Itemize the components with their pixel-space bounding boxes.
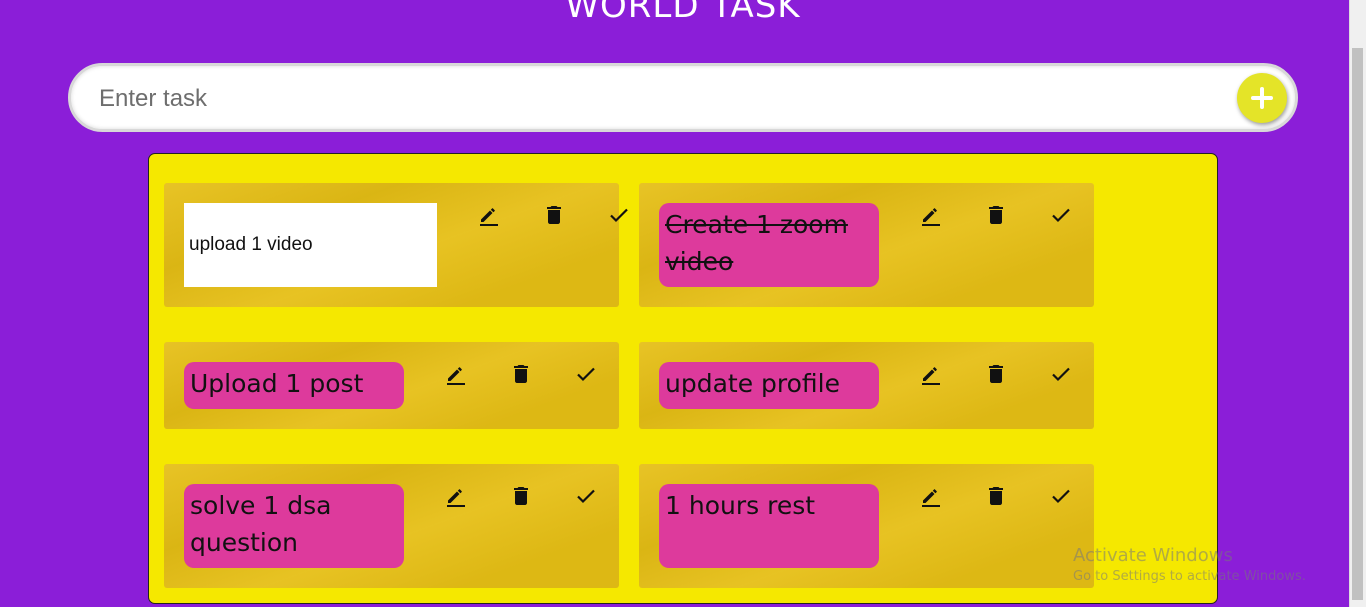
task-card <box>164 183 628 307</box>
trash-icon[interactable] <box>542 203 566 227</box>
task-text: 1 hours rest <box>659 484 879 568</box>
pencil-icon[interactable] <box>444 484 468 508</box>
checkmark-icon[interactable] <box>607 203 631 227</box>
checkmark-icon[interactable] <box>574 362 598 386</box>
pencil-icon[interactable] <box>919 203 943 227</box>
task-card: solve 1 dsa question <box>164 464 619 588</box>
checkmark-icon[interactable] <box>574 484 598 508</box>
task-form <box>68 63 1298 132</box>
app-title: WORLD TASK <box>565 0 801 26</box>
plus-icon <box>1251 87 1273 109</box>
task-text: solve 1 dsa question <box>184 484 404 568</box>
checkmark-icon[interactable] <box>1049 203 1073 227</box>
task-card: update profile <box>639 342 1094 429</box>
task-text: update profile <box>659 362 879 409</box>
checkmark-icon[interactable] <box>1049 362 1073 386</box>
task-card: 1 hours rest <box>639 464 1094 588</box>
task-card: Upload 1 post <box>164 342 619 429</box>
trash-icon[interactable] <box>984 203 1008 227</box>
task-edit-input[interactable] <box>184 203 437 287</box>
add-task-button[interactable] <box>1237 73 1287 123</box>
task-text: Create 1 zoom video <box>659 203 879 287</box>
pencil-icon[interactable] <box>444 362 468 386</box>
trash-icon[interactable] <box>509 484 533 508</box>
pencil-icon[interactable] <box>919 484 943 508</box>
vertical-scrollbar[interactable] <box>1349 0 1366 607</box>
watermark-title: Activate Windows <box>1073 545 1233 566</box>
trash-icon[interactable] <box>984 362 1008 386</box>
pencil-icon[interactable] <box>919 362 943 386</box>
task-text: Upload 1 post <box>184 362 404 409</box>
watermark-subtitle: Go to Settings to activate Windows. <box>1073 569 1306 584</box>
task-card: Create 1 zoom video <box>639 183 1094 307</box>
checkmark-icon[interactable] <box>1049 484 1073 508</box>
trash-icon[interactable] <box>984 484 1008 508</box>
task-board: Create 1 zoom video Upload 1 post update… <box>148 153 1218 604</box>
pencil-icon[interactable] <box>477 203 501 227</box>
scrollbar-thumb[interactable] <box>1352 48 1363 600</box>
trash-icon[interactable] <box>509 362 533 386</box>
windows-activation-watermark: Activate Windows Go to Settings to activ… <box>1073 545 1306 584</box>
task-input[interactable] <box>99 80 1219 118</box>
